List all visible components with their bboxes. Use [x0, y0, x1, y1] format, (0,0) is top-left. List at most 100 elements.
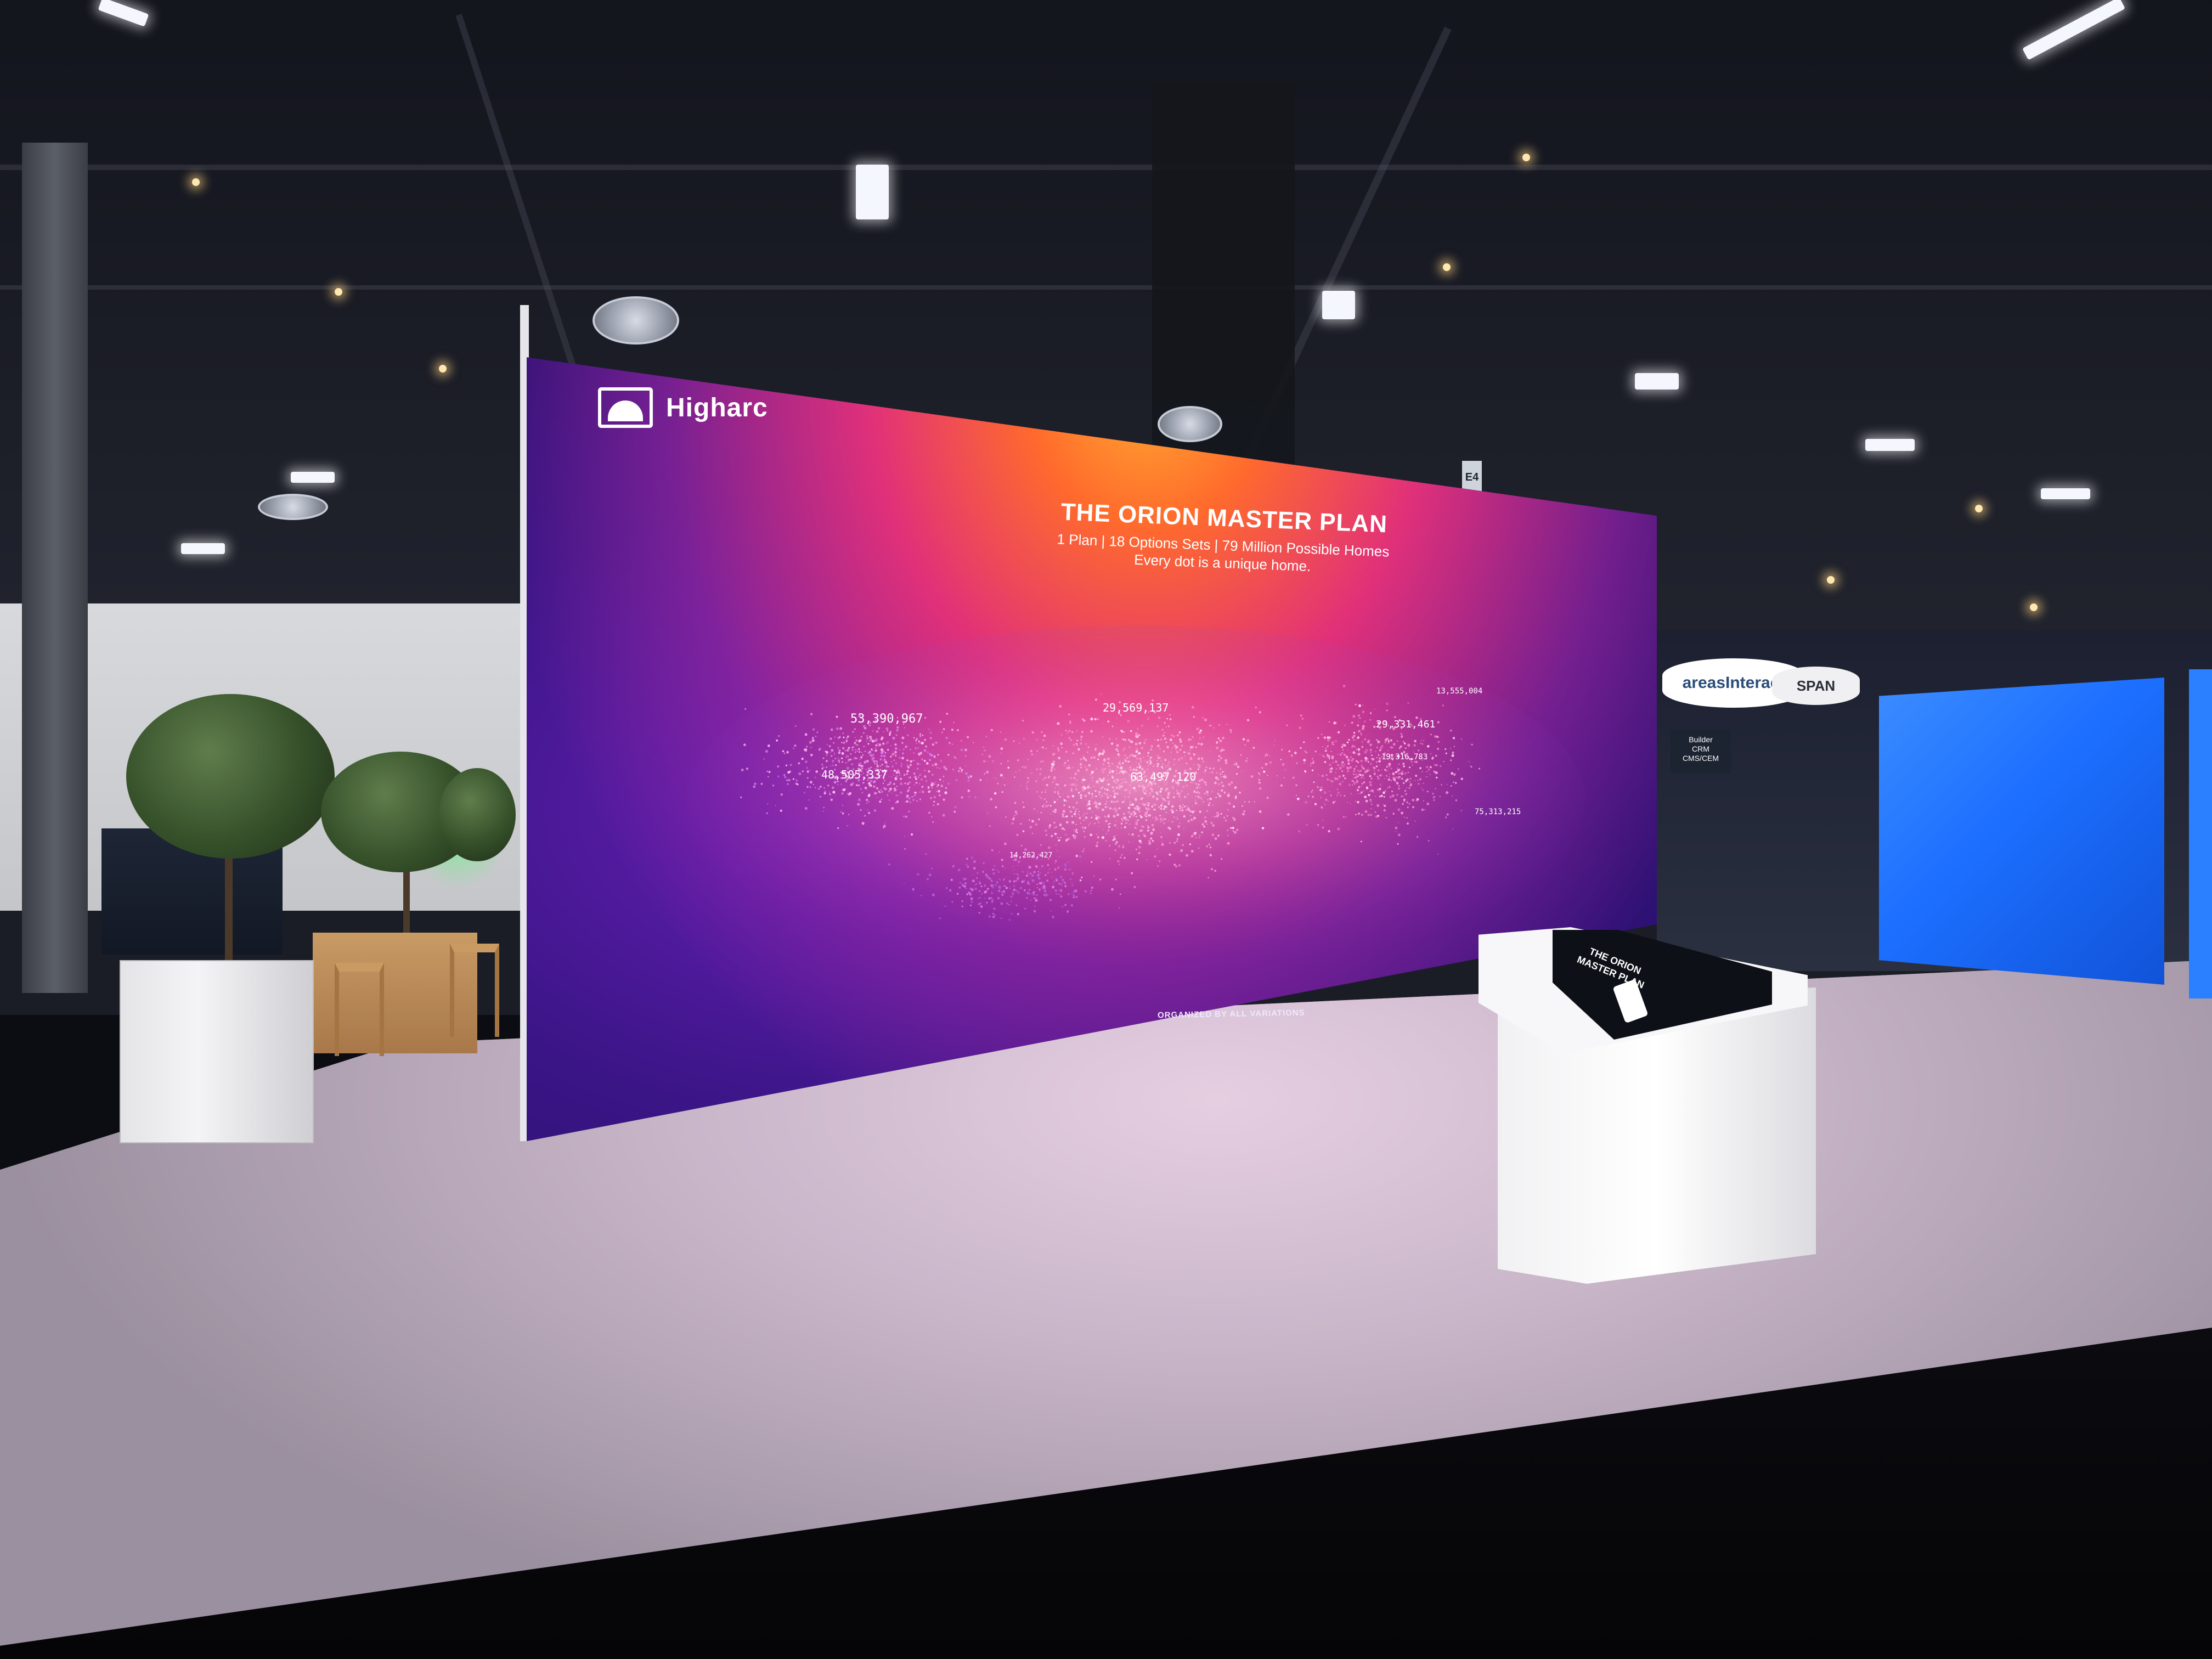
- home-dot: [988, 915, 991, 918]
- home-dot: [961, 796, 963, 799]
- home-dot: [1436, 776, 1438, 779]
- home-dot: [1057, 837, 1059, 839]
- home-dot: [1189, 843, 1192, 845]
- home-dot: [1084, 828, 1085, 830]
- home-dot: [1376, 747, 1378, 748]
- home-dot: [1386, 737, 1389, 740]
- home-dot: [1223, 791, 1226, 794]
- home-dot: [881, 759, 883, 761]
- home-dot: [1073, 894, 1075, 896]
- home-dot: [1024, 765, 1027, 769]
- home-dot: [851, 811, 853, 813]
- home-dot: [782, 750, 785, 753]
- home-dot: [1201, 831, 1203, 834]
- home-dot: [908, 789, 910, 791]
- home-dot: [1014, 814, 1016, 816]
- home-dot: [928, 770, 930, 773]
- home-dot: [1090, 861, 1093, 863]
- home-dot: [1120, 770, 1122, 772]
- home-dot: [1402, 741, 1405, 743]
- home-dot: [1098, 777, 1102, 781]
- home-dot: [1322, 754, 1324, 757]
- home-dot: [910, 748, 911, 751]
- home-dot: [1361, 734, 1362, 736]
- home-dot: [1375, 761, 1378, 763]
- home-dot: [893, 769, 896, 772]
- home-dot: [1090, 833, 1093, 837]
- home-dot: [928, 811, 930, 814]
- home-dot: [979, 897, 981, 899]
- home-dot: [874, 749, 877, 752]
- home-dot: [1304, 800, 1308, 804]
- home-dot: [1193, 764, 1195, 766]
- home-dot: [856, 750, 859, 752]
- home-dot: [1057, 783, 1059, 786]
- home-dot: [1116, 750, 1119, 752]
- home-dot: [1408, 766, 1411, 769]
- home-dot: [766, 812, 768, 814]
- home-dot: [1259, 787, 1262, 790]
- home-dot: [1022, 871, 1024, 873]
- home-dot: [1084, 890, 1087, 893]
- home-dot: [1178, 794, 1181, 797]
- home-dot: [818, 788, 820, 790]
- home-dot: [1114, 843, 1117, 845]
- home-dot: [809, 741, 812, 744]
- home-dot: [1434, 735, 1437, 738]
- home-dot: [903, 815, 905, 817]
- home-dot: [1081, 782, 1083, 783]
- home-dot: [1437, 721, 1440, 724]
- home-dot: [895, 734, 898, 736]
- home-dot: [1187, 820, 1190, 823]
- home-dot: [996, 881, 998, 884]
- home-dot: [932, 749, 933, 751]
- home-dot: [1407, 806, 1409, 808]
- home-dot: [1036, 894, 1038, 896]
- home-dot: [1164, 805, 1166, 808]
- home-dot: [860, 809, 862, 811]
- home-dot: [1334, 740, 1338, 743]
- home-dot: [820, 786, 822, 788]
- home-dot: [1197, 757, 1200, 760]
- home-dot: [1008, 904, 1010, 906]
- home-dot: [1170, 752, 1172, 753]
- home-dot: [889, 732, 891, 735]
- home-dot: [1337, 764, 1340, 766]
- home-dot: [975, 877, 978, 879]
- home-dot: [830, 765, 831, 766]
- home-dot: [1295, 784, 1297, 786]
- home-dot: [1125, 822, 1127, 825]
- dot-cloud: [686, 625, 1585, 977]
- home-dot: [995, 868, 997, 870]
- home-dot: [961, 900, 963, 902]
- home-dot: [889, 787, 892, 791]
- home-dot: [869, 740, 871, 742]
- home-dot: [1167, 725, 1170, 727]
- home-dot: [984, 905, 985, 906]
- home-dot: [1161, 817, 1164, 819]
- home-dot: [1128, 746, 1131, 749]
- home-dot: [1204, 718, 1207, 721]
- home-dot: [1374, 811, 1376, 813]
- home-dot: [1228, 783, 1229, 786]
- home-dot: [831, 749, 834, 752]
- home-dot: [1414, 740, 1417, 743]
- home-dot: [974, 796, 977, 799]
- home-dot: [1127, 720, 1130, 723]
- home-dot: [1037, 871, 1039, 873]
- home-dot: [1073, 829, 1075, 831]
- home-dot: [868, 784, 871, 787]
- spot-light: [1827, 576, 1835, 584]
- home-dot: [881, 738, 883, 741]
- home-dot: [1353, 770, 1356, 773]
- home-dot: [1323, 756, 1325, 758]
- home-dot: [921, 895, 922, 896]
- home-dot: [1188, 802, 1189, 804]
- home-dot: [1041, 731, 1043, 733]
- info-sign-line: Builder: [1689, 735, 1713, 744]
- home-dot: [1126, 788, 1128, 791]
- home-dot: [1322, 789, 1323, 790]
- home-dot: [889, 781, 892, 784]
- home-dot: [1370, 713, 1372, 715]
- home-dot: [858, 740, 861, 743]
